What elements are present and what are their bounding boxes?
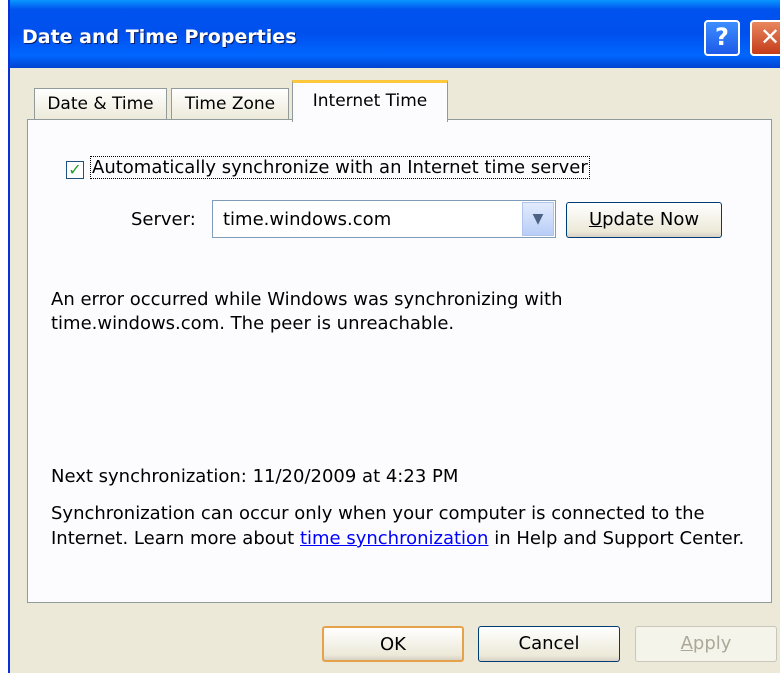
ok-button[interactable]: OK <box>322 626 464 662</box>
close-icon[interactable]: ✕ <box>750 20 780 56</box>
auto-sync-checkbox[interactable]: ✓ <box>66 161 84 179</box>
next-sync-text: Next synchronization: 11/20/2009 at 4:23… <box>51 466 459 487</box>
tab-time-zone[interactable]: Time Zone <box>171 88 289 120</box>
chevron-down-icon[interactable]: ▼ <box>522 202 554 236</box>
auto-sync-label[interactable]: Automatically synchronize with an Intern… <box>90 156 590 179</box>
sync-error-message: An error occurred while Windows was sync… <box>51 289 563 334</box>
tab-internet-time[interactable]: Internet Time <box>292 80 448 122</box>
date-time-properties-window: Date and Time Properties ? ✕ Date & Time… <box>8 0 780 673</box>
server-value[interactable]: time.windows.com <box>223 209 391 230</box>
help-icon[interactable]: ? <box>704 20 740 56</box>
title-bar[interactable]: Date and Time Properties ? ✕ <box>10 0 780 68</box>
time-sync-help-link[interactable]: time synchronization <box>300 528 489 549</box>
update-now-button[interactable]: Update Now <box>566 202 722 238</box>
tab-date-time[interactable]: Date & Time <box>34 88 167 120</box>
apply-button[interactable]: Apply <box>635 626 777 662</box>
server-combobox[interactable]: time.windows.com ▼ <box>212 200 556 238</box>
sync-info-text: Synchronization can occur only when your… <box>51 503 745 549</box>
window-title: Date and Time Properties <box>22 26 297 48</box>
cancel-button[interactable]: Cancel <box>478 626 620 662</box>
checkmark-icon: ✓ <box>68 160 82 179</box>
server-label: Server: <box>131 209 196 230</box>
internet-time-panel: ✓ Automatically synchronize with an Inte… <box>27 119 772 603</box>
